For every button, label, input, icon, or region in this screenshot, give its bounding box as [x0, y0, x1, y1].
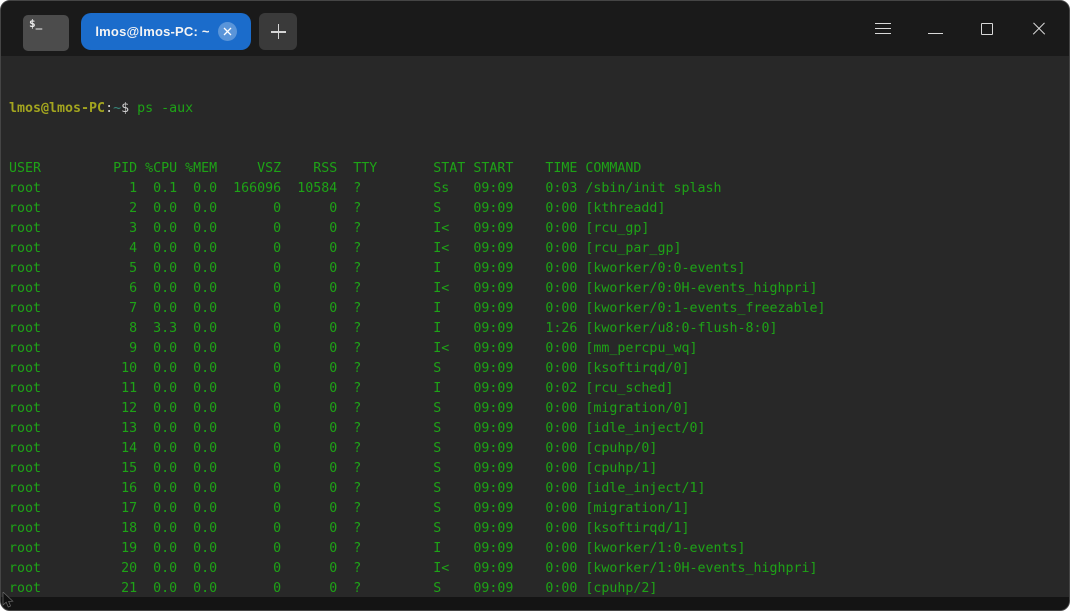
- terminal-content[interactable]: lmos@lmos-PC:~$ ps -aux USER PID %CPU %M…: [1, 56, 1069, 599]
- ps-row: root 10 0.0 0.0 0 0 ? S 09:09 0:00 [ksof…: [9, 359, 1069, 379]
- prompt-command: ps -aux: [137, 101, 193, 116]
- ps-row: root 19 0.0 0.0 0 0 ? I 09:09 0:00 [kwor…: [9, 539, 1069, 559]
- ps-row: root 20 0.0 0.0 0 0 ? I< 09:09 0:00 [kwo…: [9, 559, 1069, 579]
- prompt-path: ~: [113, 101, 121, 116]
- prompt-user-host: lmos@lmos-PC: [9, 101, 105, 116]
- ps-header-row: USER PID %CPU %MEM VSZ RSS TTY STAT STAR…: [9, 159, 1069, 179]
- ps-row: root 15 0.0 0.0 0 0 ? S 09:09 0:00 [cpuh…: [9, 459, 1069, 479]
- menu-button[interactable]: [857, 1, 909, 56]
- window-controls: [857, 1, 1065, 56]
- prompt-dollar: $: [121, 101, 137, 116]
- ps-row: root 11 0.0 0.0 0 0 ? I 09:09 0:02 [rcu_…: [9, 379, 1069, 399]
- tab-title: lmos@lmos-PC: ~: [95, 24, 209, 39]
- ps-row: root 4 0.0 0.0 0 0 ? I< 09:09 0:00 [rcu_…: [9, 239, 1069, 259]
- hamburger-icon: [875, 23, 891, 34]
- ps-row: root 12 0.0 0.0 0 0 ? S 09:09 0:00 [migr…: [9, 399, 1069, 419]
- titlebar[interactable]: $_ lmos@lmos-PC: ~: [1, 1, 1069, 56]
- ps-row: root 1 0.1 0.0 166096 10584 ? Ss 09:09 0…: [9, 179, 1069, 199]
- ps-row: root 3 0.0 0.0 0 0 ? I< 09:09 0:00 [rcu_…: [9, 219, 1069, 239]
- minimize-button[interactable]: [909, 1, 961, 56]
- ps-row: root 6 0.0 0.0 0 0 ? I< 09:09 0:00 [kwor…: [9, 279, 1069, 299]
- terminal-window: $_ lmos@lmos-PC: ~: [0, 0, 1070, 611]
- window-bottom-edge: [1, 597, 1069, 610]
- tab-terminal[interactable]: lmos@lmos-PC: ~: [81, 13, 251, 50]
- ps-row: root 8 3.3 0.0 0 0 ? I 09:09 1:26 [kwork…: [9, 319, 1069, 339]
- close-button[interactable]: [1013, 1, 1065, 56]
- maximize-icon: [981, 23, 993, 35]
- prompt-colon: :: [105, 101, 113, 116]
- ps-row: root 9 0.0 0.0 0 0 ? I< 09:09 0:00 [mm_p…: [9, 339, 1069, 359]
- ps-output: USER PID %CPU %MEM VSZ RSS TTY STAT STAR…: [9, 159, 1069, 599]
- ps-row: root 17 0.0 0.0 0 0 ? S 09:09 0:00 [migr…: [9, 499, 1069, 519]
- ps-row: root 21 0.0 0.0 0 0 ? S 09:09 0:00 [cpuh…: [9, 579, 1069, 599]
- ps-row: root 18 0.0 0.0 0 0 ? S 09:09 0:00 [ksof…: [9, 519, 1069, 539]
- ps-row: root 7 0.0 0.0 0 0 ? I 09:09 0:00 [kwork…: [9, 299, 1069, 319]
- tab-close-button[interactable]: [218, 22, 237, 41]
- shell-prompt-line: lmos@lmos-PC:~$ ps -aux: [9, 99, 1069, 119]
- new-tab-button[interactable]: [259, 13, 297, 50]
- minimize-icon: [928, 33, 943, 34]
- mouse-cursor: [2, 592, 14, 608]
- maximize-button[interactable]: [961, 1, 1013, 56]
- close-icon: [1032, 22, 1046, 36]
- plus-icon: [271, 24, 286, 39]
- ps-row: root 13 0.0 0.0 0 0 ? S 09:09 0:00 [idle…: [9, 419, 1069, 439]
- ps-row: root 14 0.0 0.0 0 0 ? S 09:09 0:00 [cpuh…: [9, 439, 1069, 459]
- ps-row: root 5 0.0 0.0 0 0 ? I 09:09 0:00 [kwork…: [9, 259, 1069, 279]
- close-icon: [223, 27, 232, 36]
- ps-row: root 2 0.0 0.0 0 0 ? S 09:09 0:00 [kthre…: [9, 199, 1069, 219]
- terminal-app-icon: $_: [23, 15, 69, 51]
- ps-row: root 16 0.0 0.0 0 0 ? S 09:09 0:00 [idle…: [9, 479, 1069, 499]
